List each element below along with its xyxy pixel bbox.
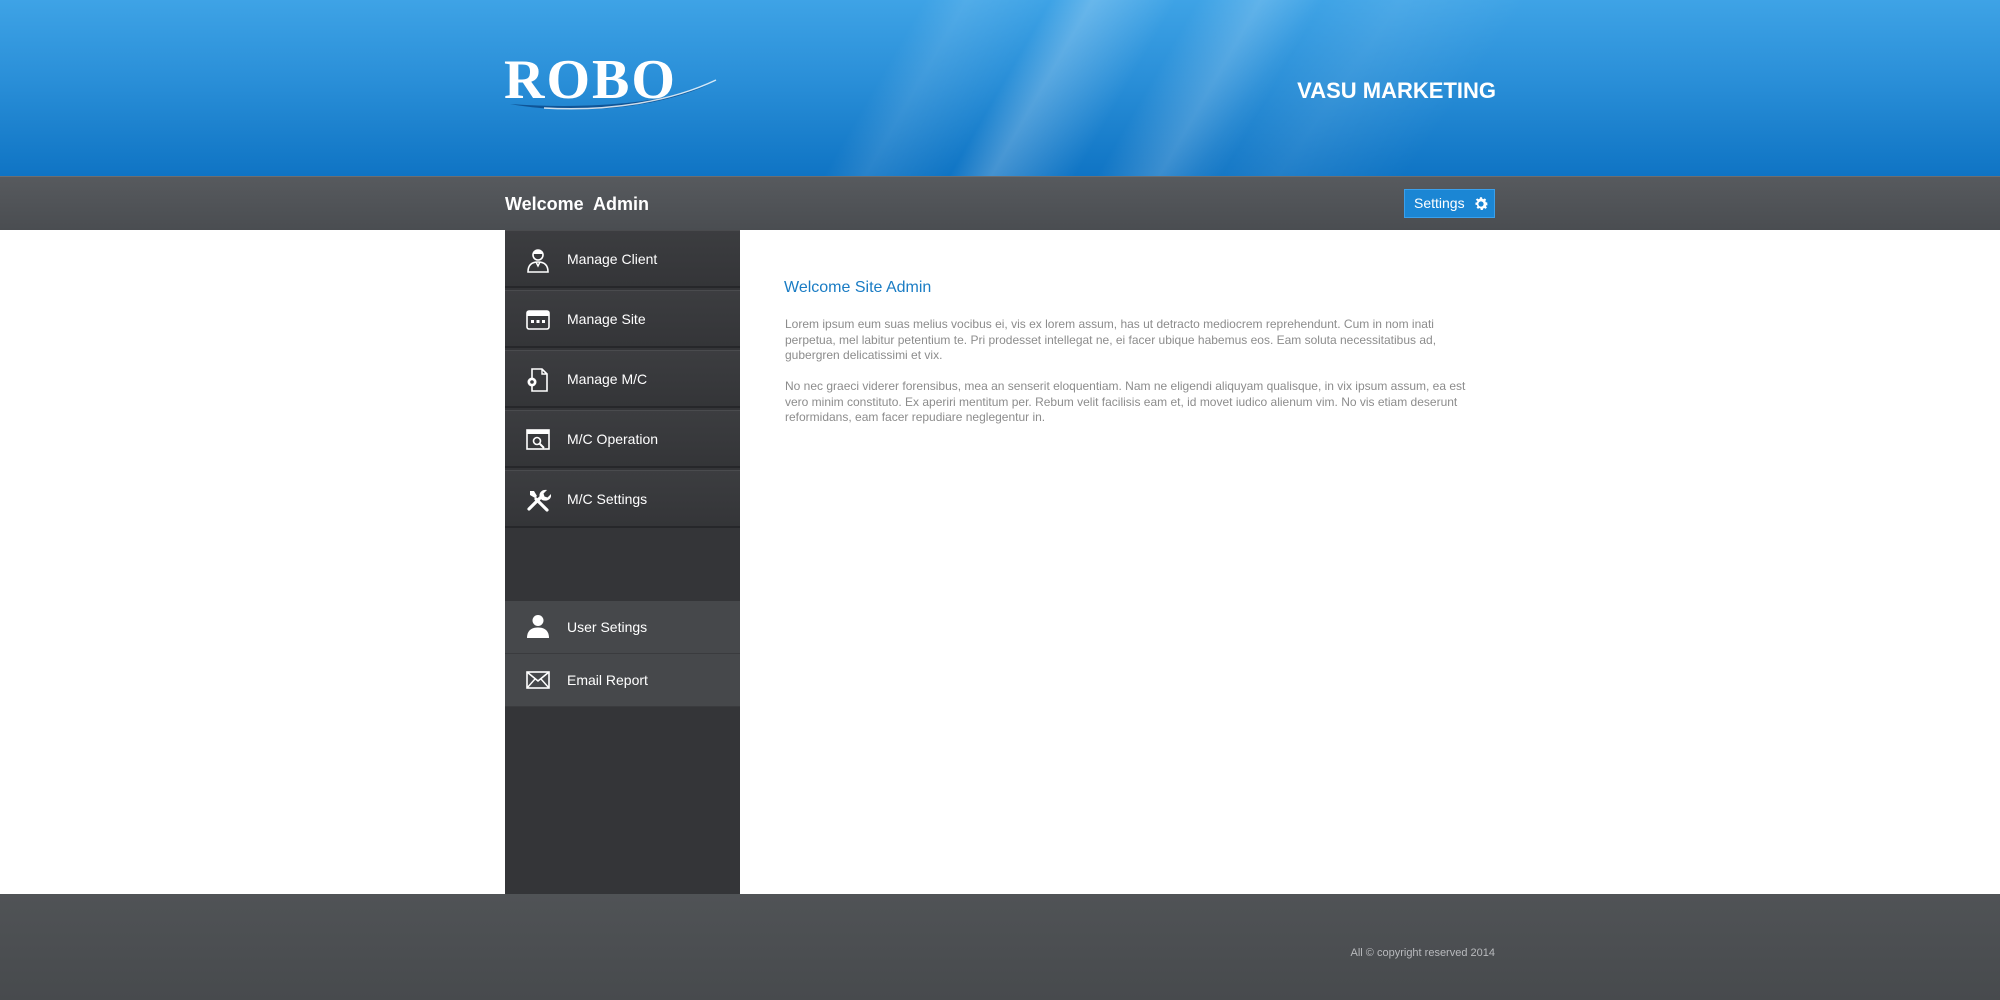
user-icon (527, 615, 549, 638)
envelope-icon (526, 671, 550, 689)
sidebar-item-label: Manage Site (567, 311, 646, 327)
sidebar-item-manage-client[interactable]: Manage Client (505, 230, 740, 288)
sidebar-item-mc-settings[interactable]: M/C Settings (505, 470, 740, 528)
sidebar-item-label: M/C Settings (567, 491, 648, 507)
main-content: Welcome Site Admin Lorem ipsum eum suas … (740, 230, 1500, 894)
copyright-text: All © copyright reserved 2014 (1350, 947, 1495, 959)
header-decoration (0, 0, 2000, 176)
sidebar-item-manage-site[interactable]: Manage Site (505, 290, 740, 348)
sidebar-item-user-settings[interactable]: User Setings (505, 601, 740, 654)
page-title: Welcome Site Admin (784, 279, 932, 296)
site-header: ROBO VASU MARKETING (0, 0, 2000, 176)
intro-paragraph: Lorem ipsum eum suas melius vocibus ei, … (785, 317, 1437, 362)
sidebar-item-email-report[interactable]: Email Report (505, 654, 740, 707)
sidebar-item-label: M/C Operation (567, 431, 659, 447)
sidebar-item-mc-operation[interactable]: M/C Operation (505, 410, 740, 468)
body-paragraph: No nec graeci viderer forensibus, mea an… (785, 379, 1466, 424)
robo-logo[interactable]: ROBO (504, 48, 724, 118)
welcome-bar: Welcome Admin Settings (0, 176, 2000, 230)
tools-icon (527, 489, 551, 512)
sidebar-item-label: Manage M/C (567, 371, 648, 387)
site-window-icon (526, 310, 550, 330)
sidebar-nav: Manage Client Manage Site Manage M/C M/C… (505, 230, 740, 894)
settings-button[interactable]: Settings (1404, 189, 1495, 218)
gear-icon (1475, 196, 1488, 210)
logo-text: ROBO (504, 49, 677, 111)
document-gear-icon (527, 368, 548, 392)
sidebar-item-label: Manage Client (567, 251, 658, 267)
welcome-text: Welcome Admin (505, 194, 650, 214)
client-user-icon (527, 249, 549, 273)
settings-label: Settings (1414, 195, 1465, 211)
sidebar-item-label: User Setings (567, 619, 648, 635)
company-name: VASU MARKETING (1297, 78, 1496, 103)
sidebar-item-manage-mc[interactable]: Manage M/C (505, 350, 740, 408)
sidebar-item-label: Email Report (567, 672, 648, 688)
site-footer: All © copyright reserved 2014 (0, 894, 2000, 1000)
window-search-icon (526, 429, 550, 450)
